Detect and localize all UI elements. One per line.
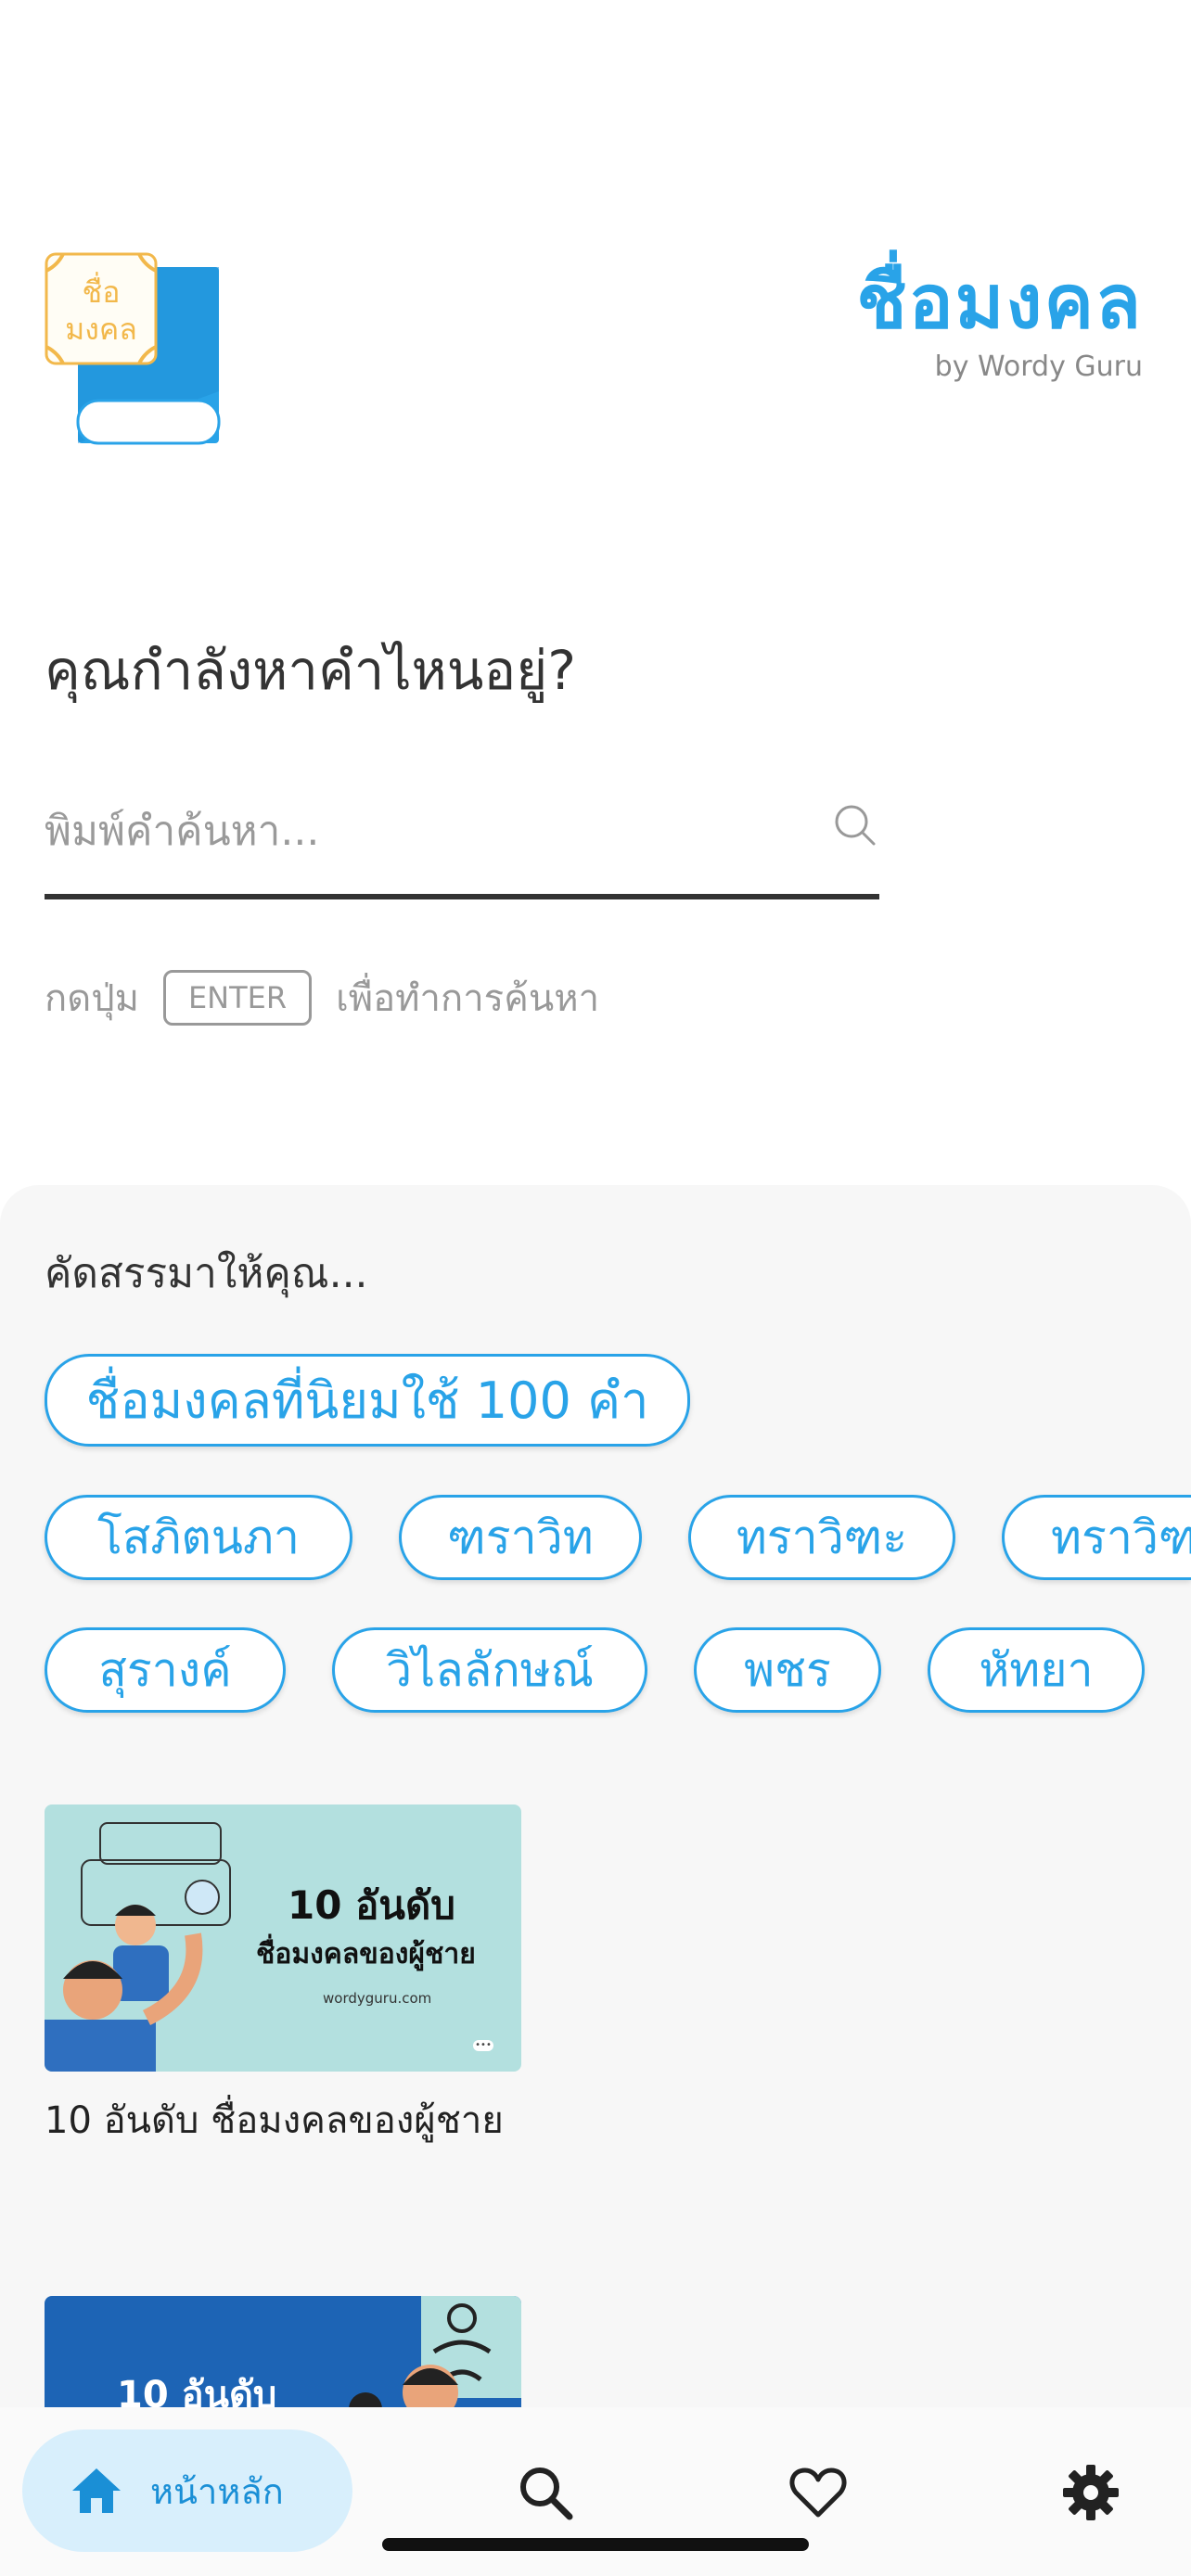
more-icon: ••• xyxy=(473,2040,493,2051)
thumbnail-heading: 10 อันดับ xyxy=(288,1882,455,1928)
chip-name[interactable]: พชร xyxy=(694,1627,881,1713)
article-title[interactable]: 10 อันดับ ชื่อมงคลของผู้ชาย xyxy=(45,2090,504,2149)
nav-home-button[interactable]: หน้าหลัก xyxy=(22,2429,352,2552)
search-input[interactable] xyxy=(45,784,805,877)
app-title: ชื่อมงคล xyxy=(856,259,1143,345)
search-icon[interactable] xyxy=(831,801,879,849)
home-icon xyxy=(72,2468,121,2513)
app-subtitle: by Wordy Guru xyxy=(934,351,1143,383)
logo-text-1: ชื่อ xyxy=(83,272,121,310)
search-hint: กดปุ่ม ENTER เพื่อทำการค้นหา xyxy=(45,964,599,1031)
chip-name[interactable]: สุรางค์ xyxy=(45,1627,286,1713)
nav-home-label: หน้าหลัก xyxy=(150,2470,284,2512)
chip-featured[interactable]: ชื่อมงคลที่นิยมใช้ 100 คำ xyxy=(45,1354,690,1447)
book-logo-icon: ชื่อ มงคล xyxy=(45,252,221,445)
gear-icon[interactable] xyxy=(1061,2463,1121,2522)
heart-icon[interactable] xyxy=(788,2463,848,2522)
search-bar xyxy=(45,784,879,899)
home-indicator[interactable] xyxy=(382,2538,809,2551)
app-logo: ชื่อ มงคล xyxy=(45,252,221,447)
thumbnail-site: wordyguru.com xyxy=(323,1990,432,2007)
chip-name[interactable]: วิไลลักษณ์ xyxy=(332,1627,647,1713)
enter-key-badge: ENTER xyxy=(162,970,313,1026)
chip-name[interactable]: หัทยา xyxy=(928,1627,1145,1713)
hint-after: เพื่อทำการค้นหา xyxy=(336,977,600,1020)
article-thumbnail[interactable]: 10 อันดับ ชื่อมงคลของผู้ชาย wordyguru.co… xyxy=(45,1804,521,2072)
hint-before: กดปุ่ม xyxy=(45,977,139,1020)
chip-name[interactable]: โสภิตนภา xyxy=(45,1495,352,1580)
chip-name[interactable]: ฑราวิท xyxy=(399,1495,642,1580)
search-icon[interactable] xyxy=(516,2463,575,2522)
curated-title: คัดสรรมาให้คุณ... xyxy=(45,1250,368,1297)
chip-name[interactable]: ทราวิฑ xyxy=(1002,1495,1191,1580)
logo-text-2: มงคล xyxy=(65,312,137,347)
search-question: คุณกำลังหาคำไหนอยู่? xyxy=(45,639,576,702)
chip-name[interactable]: ทราวิฑะ xyxy=(688,1495,955,1580)
thumbnail-subheading: ชื่อมงคลของผู้ชาย xyxy=(256,1938,476,1970)
